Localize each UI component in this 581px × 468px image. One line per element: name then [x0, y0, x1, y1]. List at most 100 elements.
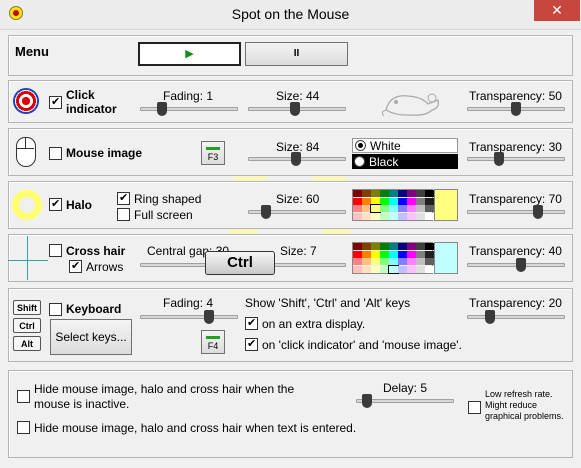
palette-swatch[interactable]: [362, 243, 371, 250]
palette-swatch[interactable]: [398, 197, 407, 205]
palette-swatch[interactable]: [362, 265, 371, 273]
mouse-transparency-thumb[interactable]: [494, 152, 504, 166]
palette-swatch[interactable]: [371, 243, 380, 250]
palette-swatch[interactable]: [353, 190, 362, 197]
cross-color-swatch[interactable]: [434, 242, 458, 274]
pause-button[interactable]: II: [245, 42, 348, 66]
palette-swatch[interactable]: [362, 258, 371, 265]
color-black-option[interactable]: Black: [352, 154, 458, 169]
palette-swatch[interactable]: [398, 190, 407, 197]
palette-swatch[interactable]: [398, 265, 407, 273]
palette-swatch[interactable]: [425, 190, 434, 197]
palette-swatch[interactable]: [425, 212, 434, 220]
palette-swatch[interactable]: [407, 258, 416, 265]
palette-swatch[interactable]: [416, 205, 425, 212]
keyboard-transparency-thumb[interactable]: [485, 310, 495, 324]
palette-swatch[interactable]: [398, 243, 407, 250]
palette-swatch[interactable]: [425, 250, 434, 258]
palette-swatch[interactable]: [407, 190, 416, 197]
color-white-option[interactable]: White: [352, 138, 458, 153]
palette-swatch[interactable]: [416, 212, 425, 220]
palette-swatch[interactable]: [371, 258, 380, 265]
palette-swatch[interactable]: [371, 250, 380, 258]
palette-swatch[interactable]: [416, 197, 425, 205]
palette-swatch[interactable]: [362, 197, 371, 205]
palette-swatch[interactable]: [371, 190, 380, 197]
palette-swatch[interactable]: [353, 205, 362, 212]
cross-color-palette[interactable]: [352, 242, 434, 274]
full-screen-checkbox[interactable]: [117, 208, 130, 221]
palette-swatch[interactable]: [398, 250, 407, 258]
select-keys-button[interactable]: Select keys...: [50, 319, 132, 355]
arrows-checkbox[interactable]: [69, 259, 82, 273]
palette-swatch[interactable]: [425, 243, 434, 250]
cross-hair-checkbox[interactable]: [49, 244, 62, 257]
palette-swatch[interactable]: [371, 265, 380, 273]
hide-inactive-checkbox[interactable]: [17, 390, 30, 403]
palette-swatch[interactable]: [362, 212, 371, 220]
palette-swatch[interactable]: [388, 264, 399, 274]
keyboard-fading-thumb[interactable]: [204, 310, 214, 324]
ring-shaped-checkbox[interactable]: [117, 191, 130, 205]
keyboard-transparency-slider[interactable]: [467, 315, 565, 319]
palette-swatch[interactable]: [380, 212, 389, 220]
color-white-radio[interactable]: [355, 140, 366, 151]
palette-swatch[interactable]: [353, 258, 362, 265]
palette-swatch[interactable]: [407, 265, 416, 273]
menu-label[interactable]: Menu: [15, 44, 49, 59]
palette-swatch[interactable]: [389, 258, 398, 265]
halo-transparency-thumb[interactable]: [533, 205, 543, 219]
palette-swatch[interactable]: [389, 205, 398, 212]
palette-swatch[interactable]: [380, 243, 389, 250]
palette-swatch[interactable]: [416, 265, 425, 273]
play-button[interactable]: ▶: [138, 42, 241, 66]
halo-color-palette[interactable]: [352, 189, 434, 221]
palette-swatch[interactable]: [353, 197, 362, 205]
palette-swatch[interactable]: [380, 205, 389, 212]
palette-swatch[interactable]: [398, 212, 407, 220]
palette-swatch[interactable]: [362, 250, 371, 258]
keyboard-checkbox[interactable]: [49, 303, 62, 316]
palette-swatch[interactable]: [407, 250, 416, 258]
palette-swatch[interactable]: [416, 243, 425, 250]
palette-swatch[interactable]: [389, 243, 398, 250]
click-fading-slider[interactable]: [140, 107, 238, 111]
close-button[interactable]: ✕: [534, 0, 580, 21]
palette-swatch[interactable]: [425, 205, 434, 212]
keyboard-fading-slider[interactable]: [140, 315, 238, 319]
palette-swatch[interactable]: [389, 190, 398, 197]
palette-swatch[interactable]: [370, 204, 381, 213]
extra-display-checkbox[interactable]: [245, 316, 258, 330]
hide-text-checkbox[interactable]: [17, 421, 30, 434]
halo-transparency-slider[interactable]: [467, 210, 565, 214]
palette-swatch[interactable]: [416, 190, 425, 197]
palette-swatch[interactable]: [398, 258, 407, 265]
mouse-image-checkbox[interactable]: [49, 147, 62, 160]
low-refresh-checkbox[interactable]: [468, 401, 481, 414]
palette-swatch[interactable]: [353, 250, 362, 258]
palette-swatch[interactable]: [353, 243, 362, 250]
palette-swatch[interactable]: [380, 190, 389, 197]
keyboard-hotkey-button[interactable]: F4: [201, 330, 225, 354]
palette-swatch[interactable]: [389, 197, 398, 205]
palette-swatch[interactable]: [371, 212, 380, 220]
delay-thumb[interactable]: [362, 394, 372, 408]
palette-swatch[interactable]: [353, 212, 362, 220]
cross-transparency-thumb[interactable]: [516, 258, 526, 272]
mouse-image-hotkey-button[interactable]: F3: [201, 141, 225, 165]
palette-swatch[interactable]: [380, 258, 389, 265]
halo-size-thumb[interactable]: [261, 205, 271, 219]
click-fading-thumb[interactable]: [157, 102, 167, 116]
palette-swatch[interactable]: [407, 205, 416, 212]
palette-swatch[interactable]: [380, 250, 389, 258]
palette-swatch[interactable]: [398, 205, 407, 212]
palette-swatch[interactable]: [416, 250, 425, 258]
mouse-size-thumb[interactable]: [291, 152, 301, 166]
on-click-checkbox[interactable]: [245, 337, 258, 351]
color-black-radio[interactable]: [354, 156, 365, 167]
palette-swatch[interactable]: [407, 212, 416, 220]
palette-swatch[interactable]: [371, 197, 380, 205]
mouse-transparency-slider[interactable]: [467, 157, 565, 161]
palette-swatch[interactable]: [416, 258, 425, 265]
click-indicator-checkbox[interactable]: [49, 95, 62, 109]
